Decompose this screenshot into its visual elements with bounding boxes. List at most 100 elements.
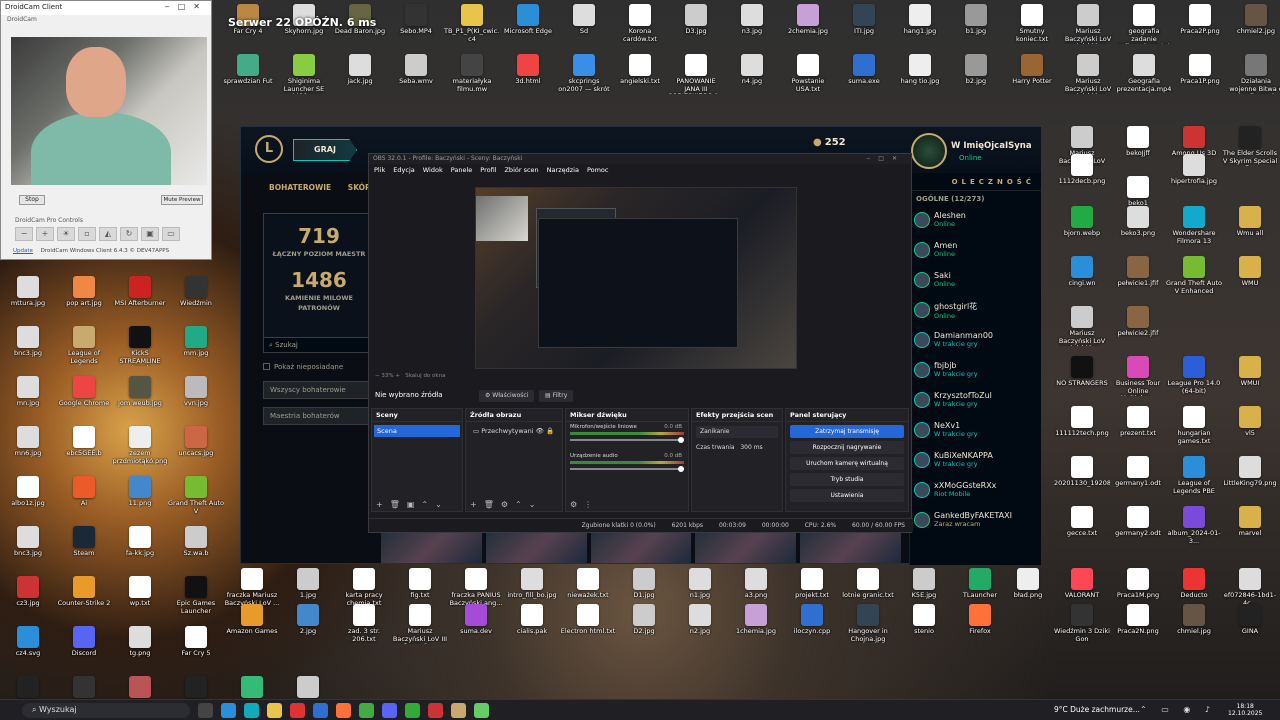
zoom-out-icon[interactable]: − <box>15 227 33 241</box>
desktop-icon[interactable]: K5E.jpg <box>896 568 952 600</box>
scene-controls[interactable]: +🗑▣⌃⌄ <box>376 500 449 509</box>
league-icon[interactable] <box>451 703 466 718</box>
desktop-icon[interactable]: pełwicie2.jfif <box>1110 306 1166 338</box>
desktop-icon[interactable]: uncacs.jpg <box>168 426 224 458</box>
desktop-icon[interactable]: vl5 <box>1222 406 1278 438</box>
desktop-icon[interactable]: bład.png <box>1000 568 1056 600</box>
desktop-icon[interactable]: hipertrofia.jpg <box>1166 154 1222 186</box>
desktop-icon[interactable]: hang1.jpg <box>892 4 948 36</box>
desktop-icon[interactable]: chmiel2.jpg <box>1228 4 1280 36</box>
profile-avatar[interactable] <box>911 133 947 169</box>
desktop-icon[interactable]: albo1z.jpg <box>0 476 56 508</box>
droidcam-window[interactable]: DroidCam Client ‒□✕ DroidCam Stop Mute P… <box>0 0 212 260</box>
desktop-icon[interactable]: nieważek.txt <box>560 568 616 600</box>
desktop-icon[interactable]: WMUI <box>1222 356 1278 388</box>
desktop-icon[interactable]: Mariusz Baczyński LoV angielski ber... <box>1060 54 1116 94</box>
desktop-icon[interactable]: marvel <box>1222 506 1278 538</box>
app-icon[interactable] <box>428 703 443 718</box>
desktop-icon[interactable]: Ai <box>56 476 112 508</box>
champion-card[interactable] <box>695 533 797 563</box>
desktop-icon[interactable]: Amazon Games <box>224 604 280 636</box>
desktop-icon[interactable]: Wmu all <box>1222 206 1278 238</box>
desktop-icon[interactable]: D1.jpg <box>616 568 672 600</box>
desktop-icon[interactable]: Counter-Strike 2 <box>56 576 112 608</box>
desktop-icon[interactable]: 1chemia.jpg <box>728 604 784 636</box>
desktop-icon[interactable]: fa-kk.jpg <box>112 526 168 558</box>
desktop-icon[interactable]: b1.jpg <box>948 4 1004 36</box>
screenshot-icon[interactable]: ▣ <box>141 227 159 241</box>
desktop-icon[interactable]: Mariusz Baczyński LoV angielski ber... <box>1060 4 1116 44</box>
settings-button[interactable]: Ustawienia <box>790 489 904 502</box>
desktop-icon[interactable]: Geografia prezentacja.mp4 <box>1116 54 1172 93</box>
desktop-icon[interactable]: Powstanie USA.txt <box>780 54 836 93</box>
friend-row[interactable]: NeXv1 W trakcie gry <box>910 417 1041 447</box>
discord-icon[interactable] <box>382 703 397 718</box>
champion-card[interactable] <box>381 533 482 563</box>
desktop-icon[interactable]: KickS STREAMLINE Level <box>112 326 168 366</box>
desktop-icon[interactable]: Działania wojenne Bitwa o Anglię.mp4 <box>1228 54 1280 94</box>
desktop-icon[interactable]: wp.txt <box>112 576 168 608</box>
desktop-icon[interactable]: ebc5GEE.b <box>56 426 112 458</box>
desktop-icon[interactable]: vvn.jpg <box>168 376 224 408</box>
desktop-icon[interactable]: Epic Games Launcher <box>168 576 224 615</box>
desktop-icon[interactable]: angielski.txt <box>612 54 668 86</box>
desktop-icon[interactable]: bekoJjff <box>1110 126 1166 158</box>
desktop-icon[interactable]: League of Legends <box>56 326 112 365</box>
desktop-icon[interactable]: 3d.html <box>500 54 556 86</box>
desktop-icon[interactable]: cingi.wn <box>1054 256 1110 288</box>
scene-item[interactable]: Scena <box>374 425 460 437</box>
obs-window[interactable]: OBS 32.0.1 - Profile: Baczyński - Sceny:… <box>368 153 913 533</box>
desktop-icon[interactable]: GINA <box>1222 604 1278 636</box>
desktop-icon[interactable]: cialis.pak <box>504 604 560 636</box>
desktop-icon[interactable]: zezem przdmiotąkó.png <box>112 426 168 465</box>
desktop-icon[interactable]: Microsoft Edge <box>500 4 556 36</box>
desktop-icon[interactable]: prezent.txt <box>1110 406 1166 438</box>
desktop-icon[interactable]: jack.jpg <box>332 54 388 86</box>
menu-item[interactable]: Plik <box>374 166 385 174</box>
champion-filter-select[interactable]: Wszyscy bohaterowie <box>263 381 375 399</box>
desktop-icon[interactable]: 2.jpg <box>280 604 336 636</box>
friend-row[interactable]: Saki Online <box>910 267 1041 297</box>
firefox-icon[interactable] <box>336 703 351 718</box>
desktop-icon[interactable]: stenio <box>896 604 952 636</box>
desktop-icon[interactable]: intro_fill_bo.jpg <box>504 568 560 600</box>
desktop-icon[interactable]: hang tio.jpg <box>892 54 948 86</box>
desktop-icon[interactable]: D2.jpg <box>616 604 672 636</box>
desktop-icon[interactable]: projekt.txt <box>784 568 840 600</box>
desktop-icon[interactable]: Discord <box>56 626 112 658</box>
champion-card[interactable] <box>590 533 692 563</box>
menu-item[interactable]: Profil <box>480 166 496 174</box>
transition-select[interactable]: Zanikanie <box>696 426 778 438</box>
window-controls[interactable]: ‒□✕ <box>866 155 905 162</box>
desktop-icon[interactable]: a3.png <box>728 568 784 600</box>
source-controls[interactable]: +🗑⚙⌃⌄ <box>470 500 542 509</box>
desktop-icon[interactable]: bnc3.jpg <box>0 326 56 358</box>
desktop-icon[interactable]: Wondershare Filmora 13 <box>1166 206 1222 245</box>
desktop-icon[interactable]: iloczyn.cpp <box>784 604 840 636</box>
desktop-icon[interactable]: germany2.odt <box>1110 506 1166 538</box>
desktop-icon[interactable]: fig.txt <box>392 568 448 600</box>
friends-group-label[interactable]: OGÓLNE (12/273) <box>910 191 1041 207</box>
play-button[interactable]: GRAJ <box>293 139 357 161</box>
desktop-icon[interactable]: 2chemia.jpg <box>780 4 836 36</box>
sort-select[interactable]: Maestria bohaterów <box>263 407 375 425</box>
desktop-icon[interactable]: Shiginima Launcher SE v4400.exe <box>276 54 332 94</box>
obs-preview[interactable] <box>475 187 797 369</box>
start-recording-button[interactable]: Rozpocznij nagrywanie <box>790 441 904 454</box>
brightness-icon[interactable]: ☀ <box>57 227 75 241</box>
desktop-icon[interactable]: PANOWANIE JANA III SOBIESKIEGO (… <box>668 54 724 94</box>
desktop-icon[interactable]: b2.jpg <box>948 54 1004 86</box>
desktop-icon[interactable]: LittleKing79.png <box>1222 456 1278 488</box>
virtual-camera-button[interactable]: Uruchom kamerę wirtualną <box>790 457 904 470</box>
desktop-icon[interactable]: Praca1M.png <box>1110 568 1166 600</box>
menu-item[interactable]: Narzędzia <box>547 166 579 174</box>
desktop-icon[interactable]: cz4.svg <box>0 626 56 658</box>
studio-mode-button[interactable]: Tryb studia <box>790 473 904 486</box>
desktop-icon[interactable]: TB_P1_P(KI_cwic... c4 <box>444 4 500 43</box>
desktop-icon[interactable]: chmiel.jpg <box>1166 604 1222 636</box>
desktop-icon[interactable]: Wiedźmin 3 Dziki Gon <box>1054 604 1110 643</box>
desktop-icon[interactable]: lotnie granic.txt <box>840 568 896 600</box>
friend-row[interactable]: Damianman00 W trakcie gry <box>910 327 1041 357</box>
desktop-icon[interactable]: geografia zadanie zaliczeniowe.txt <box>1116 4 1172 44</box>
fit-label[interactable]: Skaluj do okna <box>405 373 445 379</box>
